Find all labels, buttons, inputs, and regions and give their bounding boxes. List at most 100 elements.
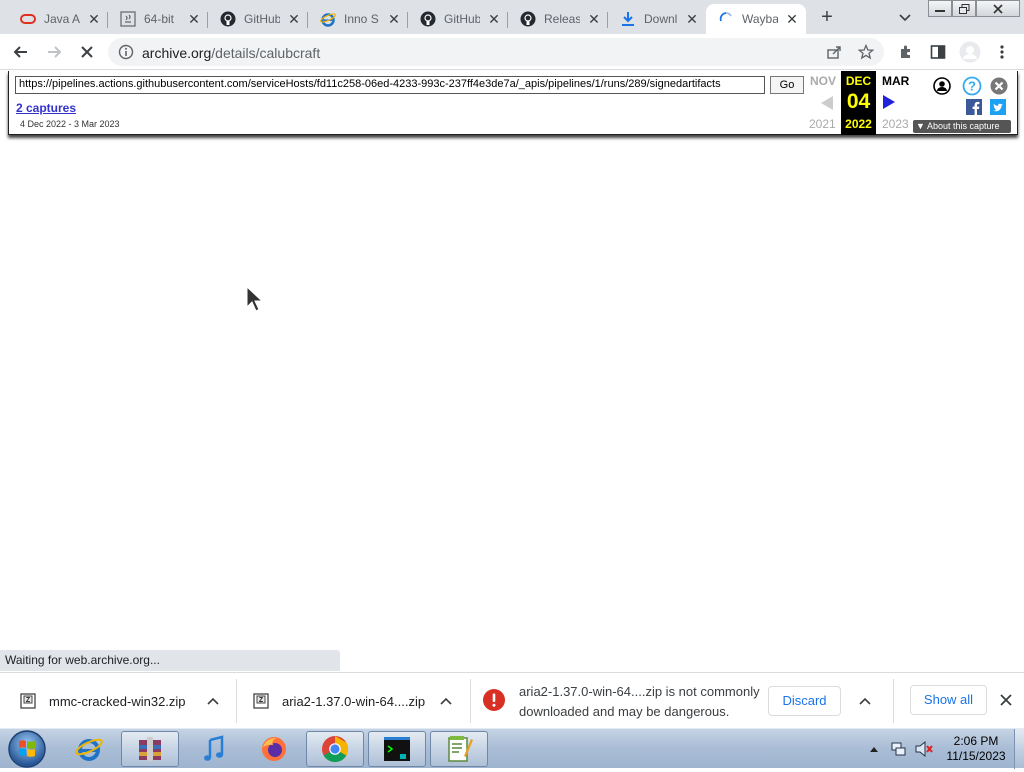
wayback-url-input[interactable]: https://pipelines.actions.githubusercont…: [15, 76, 765, 94]
chrome-icon: [322, 736, 349, 763]
start-button[interactable]: [4, 729, 50, 769]
extensions-button[interactable]: [894, 40, 918, 64]
next-year[interactable]: 2023: [882, 117, 909, 131]
info-icon[interactable]: [118, 44, 134, 60]
next-month[interactable]: MAR: [882, 74, 909, 88]
tab-github-1[interactable]: GitHub ✕: [208, 4, 308, 34]
forward-button[interactable]: [42, 40, 66, 64]
close-icon[interactable]: ✕: [684, 11, 700, 27]
close-icon[interactable]: ✕: [386, 11, 402, 27]
tab-java-archive[interactable]: Java Ar ✕: [8, 4, 108, 34]
close-icon[interactable]: [990, 77, 1008, 98]
clock-date: 11/15/2023: [946, 749, 1006, 763]
tab-64-bit[interactable]: 64-bit ✕: [108, 4, 208, 34]
download-icon: [620, 11, 636, 27]
tab-inno-setup[interactable]: Inno S ✕: [308, 4, 408, 34]
danger-icon: [483, 689, 505, 714]
clock-time: 2:06 PM: [953, 734, 999, 748]
tab-strip: Java Ar ✕ 64-bit ✕ GitHub ✕ Inno S ✕ Git…: [0, 0, 1024, 34]
zip-file-icon: Z: [20, 693, 36, 709]
download-item[interactable]: Z aria2-1.37.0-win-64....zip: [253, 673, 470, 729]
close-icon: [993, 3, 1003, 14]
prev-month[interactable]: NOV: [810, 74, 836, 88]
close-icon[interactable]: [998, 692, 1014, 708]
bookmark-button[interactable]: [854, 40, 878, 64]
discard-button[interactable]: Discard: [768, 686, 841, 716]
music-note-icon: [204, 735, 224, 761]
taskbar-firefox[interactable]: [245, 731, 303, 767]
close-icon[interactable]: ✕: [186, 11, 202, 27]
svg-text:Z: Z: [26, 697, 31, 704]
close-icon[interactable]: ✕: [586, 11, 602, 27]
ie-icon: [320, 11, 336, 27]
close-icon[interactable]: ✕: [86, 11, 102, 27]
volume-muted-icon[interactable]: [914, 740, 934, 761]
address-bar[interactable]: archive.org/details/calubcraft: [108, 38, 884, 66]
tab-github-2[interactable]: GitHub ✕: [408, 4, 508, 34]
tab-label: Java Ar: [44, 12, 80, 26]
star-icon: [858, 44, 874, 60]
profile-button[interactable]: [958, 40, 982, 64]
help-icon[interactable]: ?: [962, 76, 982, 99]
system-clock[interactable]: 2:06 PM 11/15/2023: [940, 734, 1012, 764]
show-hidden-icons-button[interactable]: [869, 743, 879, 757]
close-icon[interactable]: ✕: [486, 11, 502, 27]
account-icon[interactable]: [933, 77, 951, 98]
tab-wayback[interactable]: Wayba ✕: [706, 4, 806, 34]
download-item[interactable]: Z mmc-cracked-win32.zip: [20, 673, 237, 729]
close-icon[interactable]: ✕: [784, 11, 800, 27]
back-button[interactable]: [9, 40, 33, 64]
download-warning: aria2-1.37.0-win-64....zip is not common…: [519, 684, 760, 719]
download-filename: mmc-cracked-win32.zip: [49, 693, 186, 709]
chevron-up-icon[interactable]: [438, 693, 454, 709]
taskbar-internet-explorer[interactable]: [60, 731, 118, 767]
about-capture-button[interactable]: ▼ About this capture: [913, 120, 1011, 133]
kebab-menu-icon: [1000, 45, 1004, 59]
show-desktop-button[interactable]: [1014, 729, 1024, 769]
triangle-left-icon: [821, 96, 833, 110]
restore-button[interactable]: [952, 0, 976, 17]
show-all-button[interactable]: Show all: [910, 685, 987, 715]
prev-capture-arrow[interactable]: [819, 95, 835, 114]
share-button[interactable]: [822, 40, 846, 64]
taskbar-chrome[interactable]: [306, 731, 364, 767]
new-tab-button[interactable]: +: [815, 6, 839, 30]
facebook-icon[interactable]: [966, 99, 982, 118]
current-year: 2022: [845, 117, 872, 131]
svg-text:Z: Z: [259, 697, 264, 704]
taskbar-itunes[interactable]: [184, 731, 242, 767]
chevron-up-icon[interactable]: [857, 693, 873, 709]
prev-year[interactable]: 2021: [809, 117, 836, 131]
twitter-icon[interactable]: [990, 99, 1006, 118]
network-icon[interactable]: [890, 740, 908, 761]
close-icon[interactable]: ✕: [286, 11, 302, 27]
java-icon: [120, 11, 136, 27]
captures-link[interactable]: 2 captures: [16, 101, 76, 115]
minimize-button[interactable]: [928, 0, 952, 17]
taskbar-terminal[interactable]: [368, 731, 426, 767]
windows-taskbar: 2:06 PM 11/15/2023: [0, 728, 1024, 769]
menu-button[interactable]: [990, 40, 1014, 64]
github-icon: [420, 11, 436, 27]
download-filename: aria2-1.37.0-win-64....zip: [282, 693, 426, 709]
side-panel-button[interactable]: [926, 40, 950, 64]
tab-label: 64-bit: [144, 12, 175, 26]
stop-button[interactable]: [75, 40, 99, 64]
minimize-icon: [935, 9, 945, 12]
github-icon: [520, 11, 536, 27]
capture-date-range: 4 Dec 2022 - 3 Mar 2023: [20, 119, 120, 129]
restore-icon: [958, 3, 969, 14]
go-button[interactable]: Go: [770, 76, 804, 94]
tab-label: Inno S: [344, 12, 379, 26]
tab-downloads[interactable]: Downl ✕: [608, 4, 706, 34]
taskbar-winrar[interactable]: [121, 731, 179, 767]
taskbar-notepad-plus[interactable]: [430, 731, 488, 767]
chevron-down-icon: [899, 14, 911, 22]
chevron-up-icon[interactable]: [205, 693, 221, 709]
window-close-button[interactable]: [976, 0, 1020, 17]
svg-text:?: ?: [968, 79, 976, 94]
windows-logo-icon: [8, 730, 46, 768]
tab-search-button[interactable]: [896, 8, 914, 26]
tab-releases[interactable]: Releas ✕: [508, 4, 608, 34]
next-capture-arrow[interactable]: [881, 94, 897, 113]
